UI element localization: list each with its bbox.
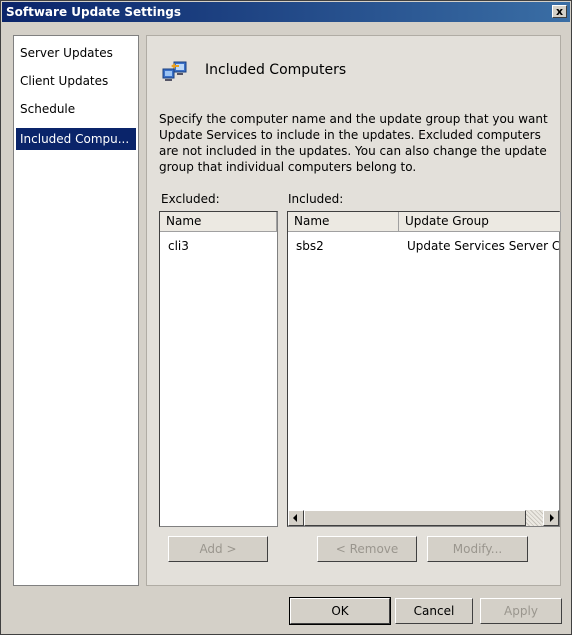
cancel-button[interactable]: Cancel	[395, 598, 473, 624]
included-column-update-group[interactable]: Update Group	[399, 212, 561, 232]
close-icon: x	[555, 5, 564, 18]
included-list[interactable]: Name Update Group sbs2 Update Services S…	[287, 211, 561, 527]
apply-button[interactable]: Apply	[480, 598, 562, 624]
included-column-name[interactable]: Name	[288, 212, 399, 232]
excluded-list[interactable]: Name cli3	[159, 211, 278, 527]
panel-description: Specify the computer name and the update…	[159, 112, 548, 174]
computers-icon	[162, 60, 187, 84]
panel-title: Included Computers	[205, 62, 347, 78]
settings-panel: Included Computers Specify the computer …	[146, 35, 561, 586]
excluded-label: Excluded:	[161, 192, 220, 206]
dialog-window: Software Update Settings x Server Update…	[0, 0, 572, 635]
scroll-right-button[interactable]	[543, 510, 559, 526]
title-bar: Software Update Settings x	[2, 2, 570, 22]
close-button[interactable]: x	[552, 5, 567, 18]
arrow-right-icon	[550, 514, 554, 522]
settings-nav: Server Updates Client Updates Schedule I…	[13, 35, 139, 586]
included-row-name[interactable]: sbs2	[296, 239, 324, 253]
scroll-thumb[interactable]	[304, 510, 526, 526]
ok-button[interactable]: OK	[289, 597, 391, 625]
modify-button[interactable]: Modify...	[427, 536, 528, 562]
nav-item-schedule[interactable]: Schedule	[16, 98, 136, 120]
nav-item-server-updates[interactable]: Server Updates	[16, 42, 136, 64]
window-title: Software Update Settings	[6, 5, 181, 19]
included-label: Included:	[288, 192, 344, 206]
included-row-group[interactable]: Update Services Server Co	[407, 239, 559, 253]
add-button[interactable]: Add >	[168, 536, 268, 562]
excluded-row-name[interactable]: cli3	[168, 239, 189, 253]
scroll-left-button[interactable]	[288, 510, 304, 526]
horizontal-scrollbar[interactable]	[288, 510, 559, 526]
arrow-left-icon	[293, 514, 297, 522]
scroll-track[interactable]	[526, 510, 543, 526]
nav-item-client-updates[interactable]: Client Updates	[16, 70, 136, 92]
excluded-column-name[interactable]: Name	[160, 212, 277, 232]
remove-button[interactable]: < Remove	[317, 536, 417, 562]
nav-item-included-computers[interactable]: Included Compu...	[16, 128, 136, 150]
